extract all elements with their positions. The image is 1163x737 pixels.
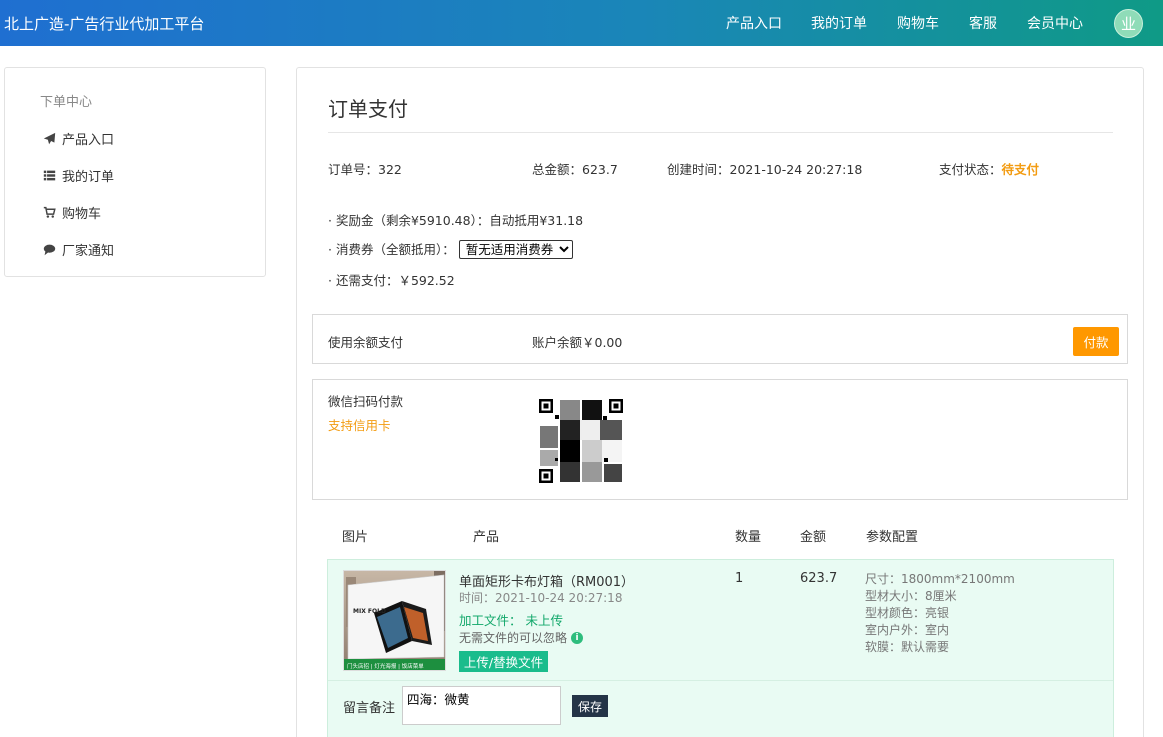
sidebar-item-label: 我的订单 [62,170,115,185]
order-number-value: 322 [378,162,402,177]
product-name[interactable]: 单面矩形卡布灯箱（RM001） [459,571,634,590]
sidebar-item-cart[interactable]: 购物车 [43,203,101,222]
remark-label: 留言备注 [343,701,396,716]
upload-file-button[interactable]: 上传/替换文件 [459,651,548,672]
payment-status-label: 支付状态： [939,162,1002,177]
table-row: MIX FOLD 门头店招 | 灯光海报 | 饭店菜单 单面矩形卡布灯箱（RM0… [327,559,1114,737]
sidebar-item-orders[interactable]: 我的订单 [43,166,114,185]
divider [328,680,1113,681]
col-amount: 金额 [800,530,827,545]
pay-button[interactable]: 付款 [1073,327,1119,356]
remaining-payment: · 还需支付：￥592.52 [328,273,455,288]
balance-pay-label: 使用余额支付 [328,335,404,350]
comment-icon [43,244,56,256]
credit-card-note: 支持信用卡 [328,418,391,433]
col-product: 产品 [473,530,500,545]
payment-status-value: 待支付 [1001,162,1040,177]
order-total-value: 623.7 [582,162,618,177]
divider [328,132,1113,133]
bonus-line: · 奖励金（剩余¥5910.48）：自动抵用¥31.18 [328,213,584,228]
param-size: 尺寸：1800mm*2100mm [865,572,1015,586]
file-note-text: 无需文件的可以忽略 [459,631,568,645]
nav-cart[interactable]: 购物车 [897,13,939,33]
order-created-value: 2021-10-24 20:27:18 [729,162,863,177]
thumb-brand-text: MIX FOLD [353,608,386,615]
avatar[interactable]: 业 [1114,9,1143,38]
order-number-label: 订单号： [328,162,379,177]
cart-icon [43,206,56,218]
list-icon [43,170,56,181]
nav-service[interactable]: 客服 [969,13,997,33]
order-total: 总金额：623.7 [532,159,618,178]
col-params: 参数配置 [866,530,919,545]
top-navbar: 北上广造-广告行业代加工平台 产品入口 我的订单 购物车 客服 会员中心 业 [0,0,1163,46]
qr-code-icon [538,398,624,484]
file-note: 无需文件的可以忽略 i [459,629,584,646]
sidebar-item-label: 产品入口 [62,133,115,148]
product-time: 时间：2021-10-24 20:27:18 [459,591,623,605]
nav-member-center[interactable]: 会员中心 [1027,13,1083,33]
paper-plane-icon [43,132,56,145]
order-total-label: 总金额： [532,162,583,177]
sidebar-item-label: 厂家通知 [62,244,115,259]
order-created-label: 创建时间： [667,162,730,177]
sidebar-item-label: 购物车 [62,207,102,222]
file-status: 加工文件： 未上传 [459,613,563,628]
account-balance: 账户余额￥0.00 [532,335,623,350]
brand-title[interactable]: 北上广造-广告行业代加工平台 [4,13,204,34]
nav-products[interactable]: 产品入口 [726,13,782,33]
wechat-pay-box: 微信扫码付款 支持信用卡 [312,379,1128,500]
param-profile-size: 型材大小：8厘米 [865,589,957,603]
order-number: 订单号：322 [328,159,402,178]
page-title: 订单支付 [328,97,408,121]
order-payment-panel: 订单支付 订单号：322 总金额：623.7 创建时间：2021-10-24 2… [296,67,1144,737]
item-params: 尺寸：1800mm*2100mm 型材大小：8厘米 型材颜色：亮银 室内户外：室… [865,571,1015,656]
coupon-label: · 消费券（全额抵用）： [328,242,455,257]
remark-input[interactable]: 四海：微黄 [402,686,561,725]
balance-pay-box: 使用余额支付 账户余额￥0.00 付款 [312,314,1128,364]
payment-status: 支付状态：待支付 [939,159,1039,178]
wechat-pay-label: 微信扫码付款 [328,394,404,409]
param-profile-color: 型材颜色：亮银 [865,606,950,620]
sidebar-item-notices[interactable]: 厂家通知 [43,240,114,259]
coupon-select[interactable]: 暂无适用消费券 [458,240,573,259]
nav-my-orders[interactable]: 我的订单 [811,13,867,33]
sidebar-item-products[interactable]: 产品入口 [43,129,114,148]
coupon-line: · 消费券（全额抵用）： 暂无适用消费券 [328,239,573,259]
param-film: 软膜：默认需要 [865,640,950,654]
info-icon[interactable]: i [571,631,584,644]
sidebar: 下单中心 产品入口 我的订单 购物车 厂家通知 [4,67,266,277]
product-photo: MIX FOLD 门头店招 | 灯光海报 | 饭店菜单 [344,571,445,670]
item-quantity: 1 [735,571,744,586]
sidebar-title: 下单中心 [40,95,93,110]
product-image[interactable]: MIX FOLD 门头店招 | 灯光海报 | 饭店菜单 [343,570,446,671]
col-image: 图片 [342,530,369,545]
param-indoor-outdoor: 室内户外：室内 [865,623,950,637]
col-quantity: 数量 [735,530,762,545]
order-created: 创建时间：2021-10-24 20:27:18 [667,159,862,178]
thumb-caption: 门头店招 | 灯光海报 | 饭店菜单 [347,662,424,670]
save-remark-button[interactable]: 保存 [572,695,608,717]
item-amount: 623.7 [800,571,838,586]
